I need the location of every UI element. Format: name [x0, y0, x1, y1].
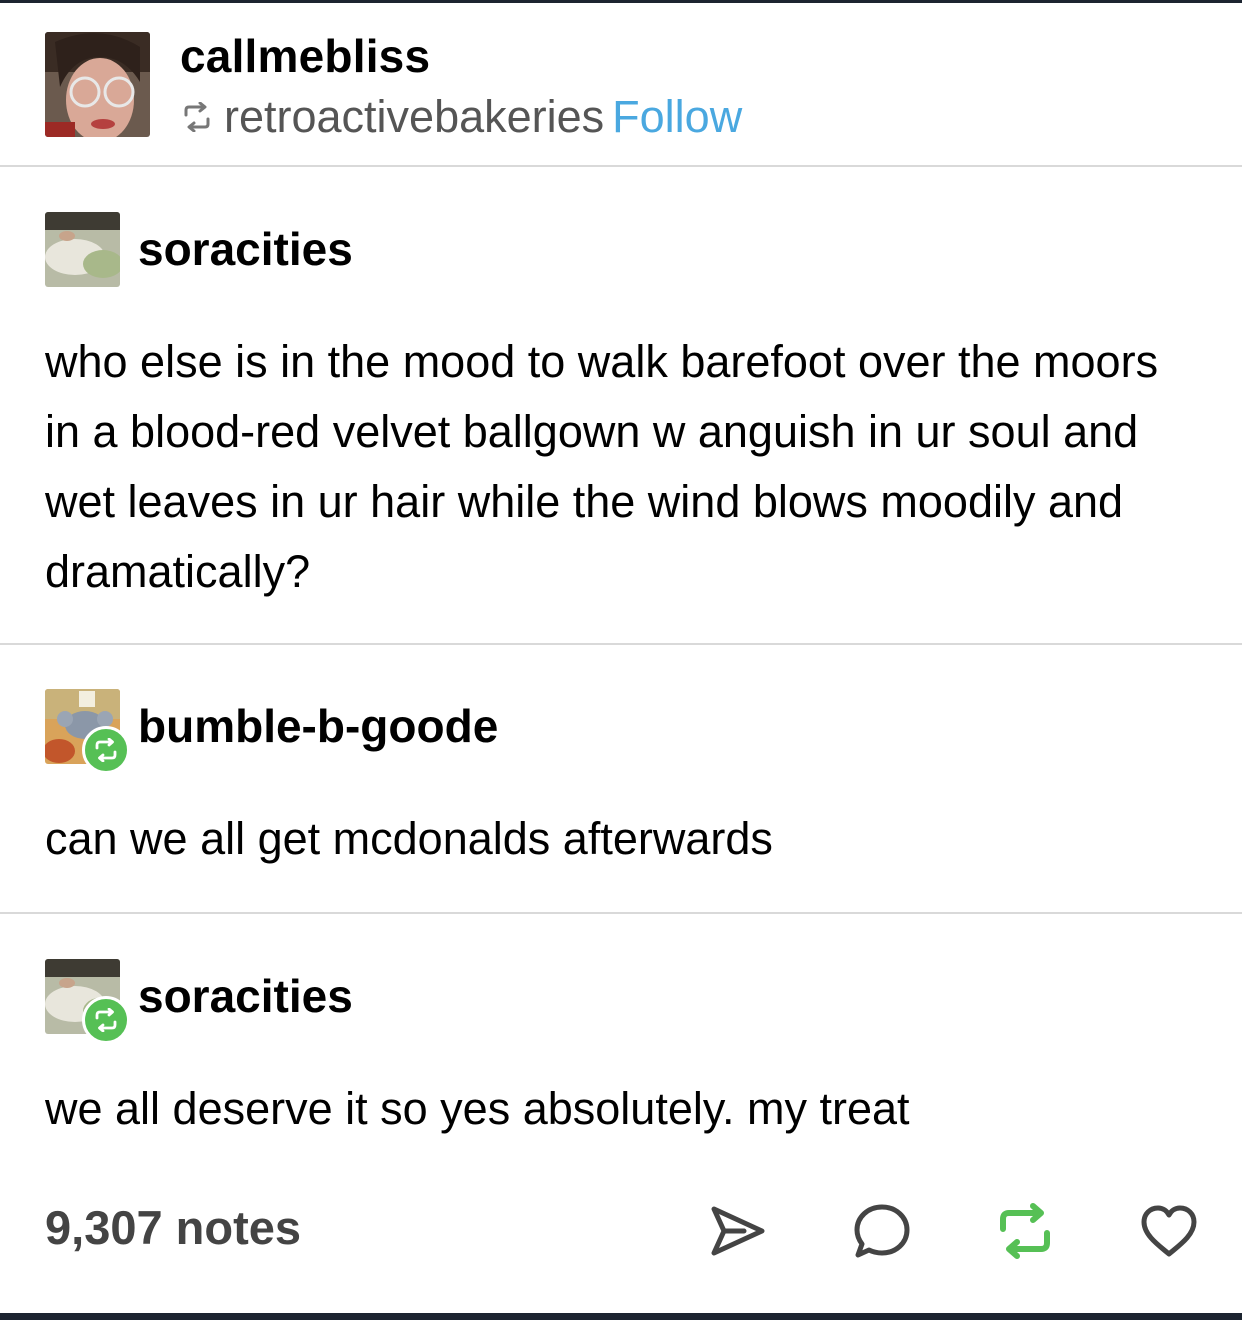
- notes-count[interactable]: 9,307 notes: [45, 1200, 301, 1255]
- thread-username[interactable]: bumble-b-goode: [138, 699, 498, 753]
- bottom-border: [0, 1313, 1242, 1320]
- thread-text: who else is in the mood to walk barefoot…: [45, 336, 1159, 597]
- thread-username[interactable]: soracities: [138, 222, 353, 276]
- share-icon[interactable]: [707, 1200, 769, 1262]
- reblog-source-line: retroactivebakeries Follow: [180, 91, 742, 143]
- divider: [0, 643, 1242, 645]
- thread-username[interactable]: soracities: [138, 969, 353, 1023]
- reblog-button-icon[interactable]: [994, 1200, 1056, 1262]
- reply-icon[interactable]: [851, 1200, 913, 1262]
- follow-button[interactable]: Follow: [612, 91, 742, 142]
- poster-avatar[interactable]: [45, 32, 150, 137]
- post-header: callmebliss retroactivebakeries Follow: [0, 3, 1242, 166]
- poster-username[interactable]: callmebliss: [180, 29, 430, 83]
- reblog-icon: [180, 91, 214, 143]
- reblog-badge-icon: [82, 726, 130, 774]
- soracities-avatar[interactable]: [45, 212, 120, 287]
- thread-text: we all deserve it so yes absolutely. my …: [45, 1083, 910, 1134]
- divider: [0, 165, 1242, 167]
- reblog-badge-icon: [82, 996, 130, 1044]
- heart-icon[interactable]: [1138, 1200, 1200, 1262]
- reblog-source-username[interactable]: retroactivebakeries: [224, 91, 604, 142]
- divider: [0, 912, 1242, 914]
- thread-text: can we all get mcdonalds afterwards: [45, 813, 773, 864]
